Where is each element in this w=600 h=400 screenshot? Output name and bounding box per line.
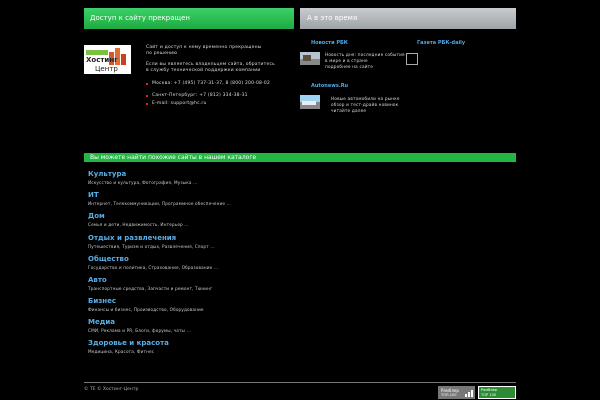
category-business-subs[interactable]: Финансы и бизнес, Производство, Оборудов…	[88, 307, 204, 312]
info-text: по решению	[146, 51, 178, 56]
category-health-subs[interactable]: Медицина, Красота, Фитнес	[88, 349, 154, 354]
blocked-site-title: Доступ к сайту прекращен	[90, 14, 190, 22]
category-health-link[interactable]: Здоровье и красота	[88, 339, 169, 347]
autonews-thumbnail[interactable]	[300, 95, 320, 109]
category-media-link[interactable]: Медиа	[88, 318, 115, 326]
news-item-text[interactable]: Новость дня: последние события	[325, 52, 405, 57]
category-media-subs[interactable]: СМИ, Реклама и PR, Блоги, форумы, чаты .…	[88, 328, 191, 333]
rambler-sub: ТОП-100	[441, 393, 457, 397]
category-business-link[interactable]: Бизнес	[88, 297, 116, 305]
catalog-bar: Вы можете найти похожие сайты в нашем ка…	[84, 153, 516, 162]
top100-sub: TOP 100	[481, 393, 497, 397]
category-auto-subs[interactable]: Транспортные средства, Запчасти и ремонт…	[88, 286, 212, 291]
bullet-icon	[146, 95, 148, 97]
category-it-subs[interactable]: Интернет, Телекоммуникации, Программное …	[88, 201, 231, 206]
news-item-text[interactable]: подробнее на сайте	[325, 64, 373, 69]
counter-bar-icon	[471, 390, 473, 397]
footer-divider	[84, 382, 516, 383]
catalog-bar-title: Вы можете найти похожие сайты в нашем ка…	[90, 154, 257, 161]
autonews-item-text[interactable]: Новые автомобили на рынке	[331, 96, 400, 101]
info-text: Если вы являетесь владельцем сайта, обра…	[146, 62, 275, 67]
logo-green-stripe	[86, 50, 108, 55]
meanwhile-title: А в это время	[307, 14, 358, 22]
counter-bar-icon	[465, 394, 467, 397]
category-leisure-subs[interactable]: Путешествия, Туризм и отдых, Развлечения…	[88, 244, 215, 249]
logo-building-icon	[121, 54, 126, 65]
info-text: в службу технической поддержки компании	[146, 68, 261, 73]
top100-label: Рамблер	[481, 388, 498, 392]
news-item-text[interactable]: в мире и в стране	[325, 58, 368, 63]
category-culture-link[interactable]: Культура	[88, 170, 126, 178]
rambler-top100-badge[interactable]: Рамблер TOP 100	[478, 386, 516, 399]
bullet-icon	[146, 103, 148, 105]
counter-bar-icon	[468, 392, 470, 397]
info-text: Сайт и доступ к нему временно прекращены	[146, 45, 262, 50]
category-home-subs[interactable]: Семья и дети, Недвижимость, Интерьер ...	[88, 222, 189, 227]
copyright-text: © ТЕ © Хостинг-Центр	[84, 387, 139, 392]
rambler-counter[interactable]: Рамблер ТОП-100	[438, 386, 475, 399]
category-society-link[interactable]: Общество	[88, 255, 129, 263]
logo-text-line1: Хостинг	[86, 56, 118, 64]
bullet-icon	[146, 83, 148, 85]
meanwhile-header: А в это время	[300, 8, 516, 29]
category-culture-subs[interactable]: Искусство и культура, Фотография, Музыка…	[88, 180, 198, 185]
category-leisure-link[interactable]: Отдых и развлечения	[88, 234, 176, 242]
contact-phone-moscow: Москва: +7 (495) 737-31-37, 8 (800) 200-…	[152, 81, 271, 86]
logo-text-line2: Центр	[95, 65, 118, 73]
blocked-site-header: Доступ к сайту прекращен	[84, 8, 294, 29]
rbc-daily-image[interactable]	[406, 53, 418, 65]
category-auto-link[interactable]: Авто	[88, 276, 107, 284]
news-thumbnail[interactable]	[300, 52, 320, 65]
category-society-subs[interactable]: Государство и политика, Страхование, Обр…	[88, 265, 218, 270]
hosting-center-logo[interactable]: Хостинг Центр	[84, 45, 131, 74]
category-it-link[interactable]: ИТ	[88, 191, 99, 199]
contact-email[interactable]: E-mail: support@hc.ru	[152, 101, 207, 106]
rbc-daily-link[interactable]: Газета РБК-daily	[417, 40, 465, 46]
contact-phone-spb: Санкт-Петербург: +7 (812) 334-38-31	[152, 93, 248, 98]
autonews-item-text[interactable]: обзор и тест-драйв новинок	[331, 102, 398, 107]
autonews-item-text[interactable]: читайте далее	[331, 108, 366, 113]
category-home-link[interactable]: Дом	[88, 212, 105, 220]
news-rbc-link[interactable]: Новости РБК	[311, 40, 348, 46]
autonews-link[interactable]: Autonews.Ru	[311, 83, 348, 89]
